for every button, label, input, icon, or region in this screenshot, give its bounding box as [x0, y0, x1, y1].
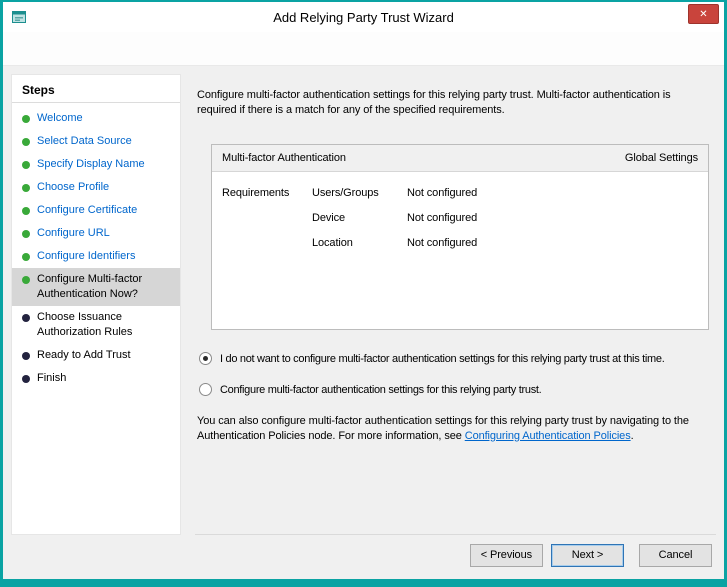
requirement-value: Not configured [407, 187, 708, 199]
mfa-requirement-row: Requirements Users/Groups Not configured [212, 180, 708, 205]
window-title: Add Relying Party Trust Wizard [273, 10, 454, 25]
requirement-key: Users/Groups [312, 187, 407, 199]
wizard-body: Steps Welcome Select Data Source Specify… [3, 66, 724, 535]
sidebar-item-configure-url[interactable]: Configure URL [12, 222, 180, 245]
cancel-button[interactable]: Cancel [639, 544, 712, 567]
radio-configure-mfa[interactable]: Configure multi-factor authentication se… [199, 383, 712, 396]
mfa-requirement-row: Location Not configured [212, 230, 708, 255]
step-done-icon [22, 207, 30, 215]
requirement-value: Not configured [407, 237, 708, 249]
footer-note: You can also configure multi-factor auth… [197, 414, 712, 444]
title-bar: Add Relying Party Trust Wizard ✕ [3, 2, 724, 32]
sidebar-item-welcome[interactable]: Welcome [12, 107, 180, 130]
step-done-icon [22, 253, 30, 261]
step-pending-icon [22, 375, 30, 383]
step-current-icon [22, 276, 30, 284]
main-content: Configure multi-factor authentication se… [181, 74, 724, 535]
window-icon [11, 9, 27, 25]
close-icon: ✕ [699, 9, 707, 20]
wizard-header-band [3, 32, 724, 66]
sidebar-item-choose-issuance-authorization-rules: Choose Issuance Authorization Rules [12, 306, 180, 344]
sidebar-item-select-data-source[interactable]: Select Data Source [12, 130, 180, 153]
step-done-icon [22, 161, 30, 169]
sidebar-item-configure-mfa-now[interactable]: Configure Multi-factor Authentication No… [12, 268, 180, 306]
mfa-requirement-row: Device Not configured [212, 205, 708, 230]
next-button[interactable]: Next > [551, 544, 624, 567]
steps-list: Welcome Select Data Source Specify Displ… [12, 103, 180, 390]
mfa-settings-panel: Multi-factor Authentication Global Setti… [211, 144, 709, 330]
steps-header: Steps [12, 75, 180, 103]
sidebar-item-choose-profile[interactable]: Choose Profile [12, 176, 180, 199]
step-pending-icon [22, 352, 30, 360]
intro-text: Configure multi-factor authentication se… [197, 88, 712, 118]
step-done-icon [22, 184, 30, 192]
radio-on-icon [199, 352, 212, 365]
requirement-value: Not configured [407, 212, 708, 224]
mfa-panel-body: Requirements Users/Groups Not configured… [212, 172, 708, 255]
sidebar-item-specify-display-name[interactable]: Specify Display Name [12, 153, 180, 176]
requirement-key: Location [312, 237, 407, 249]
sidebar-item-ready-to-add-trust: Ready to Add Trust [12, 344, 180, 367]
mfa-panel-title: Multi-factor Authentication [222, 152, 346, 164]
radio-off-icon [199, 383, 212, 396]
requirements-label: Requirements [212, 187, 312, 199]
steps-sidebar: Steps Welcome Select Data Source Specify… [11, 74, 181, 535]
sidebar-item-configure-certificate[interactable]: Configure Certificate [12, 199, 180, 222]
radio-skip-mfa[interactable]: I do not want to configure multi-factor … [199, 352, 712, 365]
footer-note-period: . [631, 430, 634, 442]
step-pending-icon [22, 314, 30, 322]
button-bar: < Previous Next > Cancel [3, 535, 724, 579]
close-button[interactable]: ✕ [688, 4, 719, 24]
sidebar-item-finish: Finish [12, 367, 180, 390]
step-done-icon [22, 115, 30, 123]
previous-button[interactable]: < Previous [470, 544, 543, 567]
mfa-radio-group: I do not want to configure multi-factor … [199, 352, 712, 396]
wizard-window: Add Relying Party Trust Wizard ✕ Steps W… [0, 0, 727, 587]
requirement-key: Device [312, 212, 407, 224]
global-settings-label: Global Settings [625, 152, 698, 164]
button-bar-divider [195, 534, 716, 535]
configuring-authentication-policies-link[interactable]: Configuring Authentication Policies [465, 430, 631, 442]
step-done-icon [22, 138, 30, 146]
mfa-panel-header: Multi-factor Authentication Global Setti… [212, 145, 708, 172]
sidebar-item-configure-identifiers[interactable]: Configure Identifiers [12, 245, 180, 268]
step-done-icon [22, 230, 30, 238]
